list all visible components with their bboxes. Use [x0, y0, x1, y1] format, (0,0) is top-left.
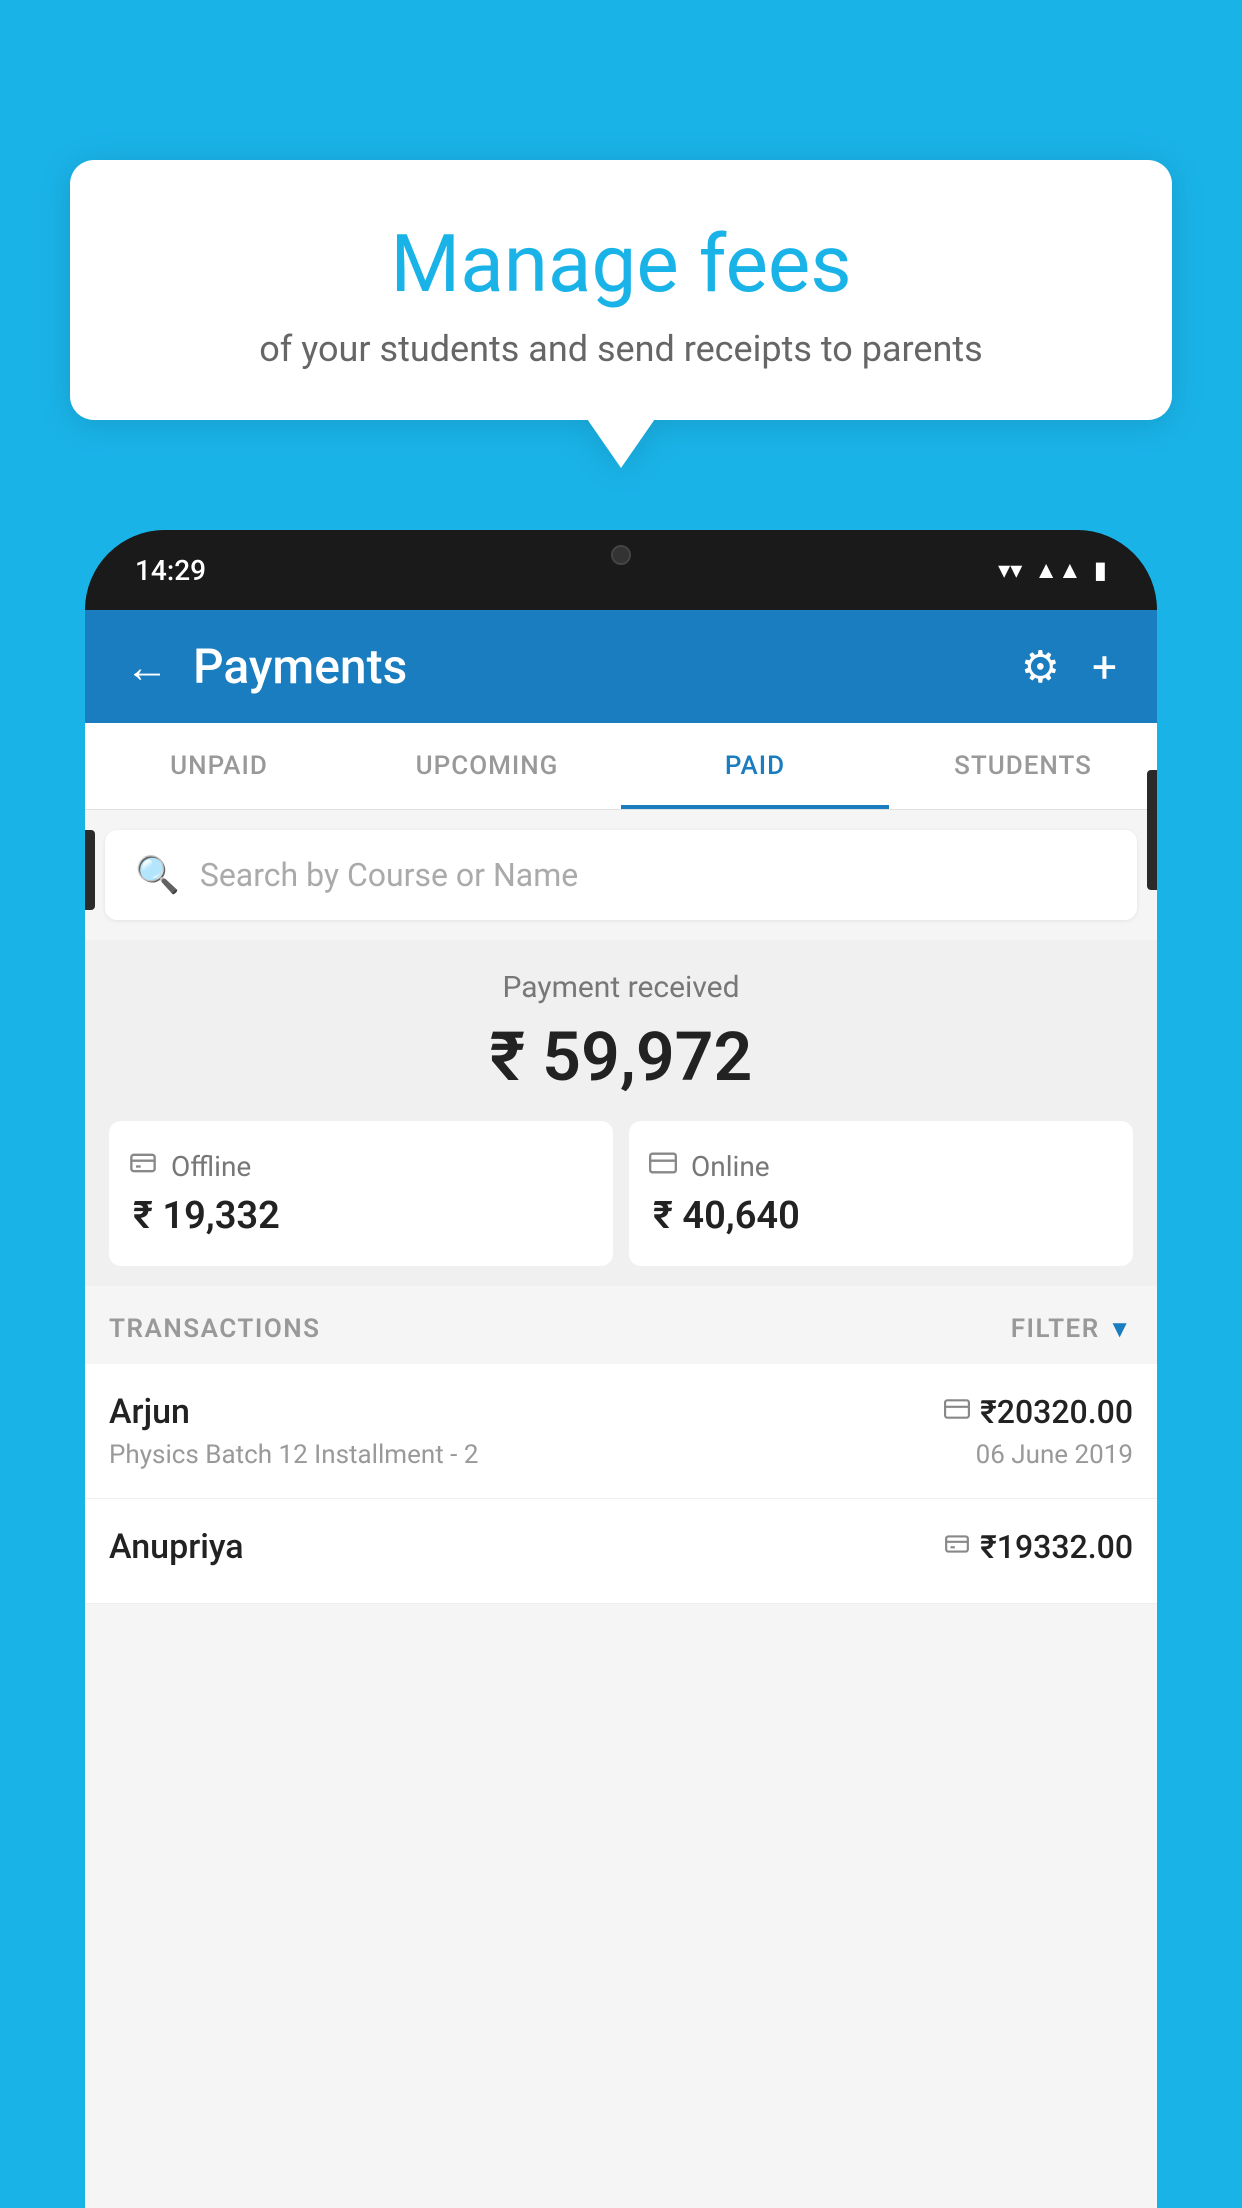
transaction-item[interactable]: Anupriya ₹19332.00 — [85, 1499, 1157, 1604]
tab-paid[interactable]: PAID — [621, 723, 889, 809]
status-bar: 14:29 ▾▾ ▲▲ ▮ — [85, 530, 1157, 610]
search-bar[interactable]: 🔍 Search by Course or Name — [105, 830, 1137, 920]
phone-time: 14:29 — [135, 554, 206, 587]
tab-bar: UNPAID UPCOMING PAID STUDENTS — [85, 723, 1157, 810]
speech-bubble-title: Manage fees — [110, 220, 1132, 308]
phone-frame: 14:29 ▾▾ ▲▲ ▮ ← Payments ⚙ + UNPAID UPCO… — [85, 530, 1157, 2208]
tab-upcoming[interactable]: UPCOMING — [353, 723, 621, 809]
payment-cards: Offline ₹ 19,332 Online — [109, 1121, 1133, 1266]
header-right: ⚙ + — [1021, 641, 1117, 693]
settings-icon[interactable]: ⚙ — [1021, 641, 1060, 693]
header-left: ← Payments — [125, 638, 407, 695]
tab-unpaid[interactable]: UNPAID — [85, 723, 353, 809]
online-payment-card: Online ₹ 40,640 — [629, 1121, 1133, 1266]
front-camera — [611, 545, 631, 565]
transaction-detail: Physics Batch 12 Installment - 2 — [109, 1440, 478, 1470]
offline-icon — [129, 1149, 157, 1184]
app-header: ← Payments ⚙ + — [85, 610, 1157, 723]
transaction-amount: ₹19332.00 — [980, 1528, 1133, 1566]
page-title: Payments — [193, 638, 407, 695]
speech-bubble-subtitle: of your students and send receipts to pa… — [110, 328, 1132, 370]
tab-students[interactable]: STUDENTS — [889, 723, 1157, 809]
online-icon — [649, 1149, 677, 1184]
transactions-label: TRANSACTIONS — [109, 1314, 321, 1344]
filter-button[interactable]: FILTER ▼ — [1011, 1314, 1133, 1344]
speech-bubble: Manage fees of your students and send re… — [70, 160, 1172, 420]
battery-icon: ▮ — [1094, 556, 1107, 584]
add-icon[interactable]: + — [1092, 641, 1117, 693]
online-amount: ₹ 40,640 — [649, 1194, 1113, 1238]
transaction-amount-wrap: ₹20320.00 — [944, 1393, 1133, 1431]
online-label: Online — [691, 1150, 770, 1183]
search-placeholder-text: Search by Course or Name — [200, 856, 578, 894]
transaction-date: 06 June 2019 — [976, 1440, 1133, 1470]
back-button[interactable]: ← — [125, 641, 169, 693]
phone-notch — [561, 530, 681, 580]
offline-amount: ₹ 19,332 — [129, 1194, 593, 1238]
payment-total-amount: ₹ 59,972 — [105, 1017, 1137, 1097]
transaction-name: Arjun — [109, 1392, 190, 1432]
transaction-name: Anupriya — [109, 1527, 244, 1567]
search-icon: 🔍 — [135, 854, 180, 896]
signal-icon: ▲▲ — [1034, 556, 1082, 585]
payment-summary: Payment received ₹ 59,972 Offline — [85, 940, 1157, 1286]
card-payment-icon — [944, 1396, 970, 1429]
transaction-item[interactable]: Arjun ₹20320.00 Physics Batch 12 Install… — [85, 1364, 1157, 1499]
transaction-amount-wrap: ₹19332.00 — [944, 1528, 1133, 1566]
filter-icon: ▼ — [1108, 1315, 1133, 1344]
app-screen: ← Payments ⚙ + UNPAID UPCOMING PAID STUD… — [85, 610, 1157, 2208]
payment-received-label: Payment received — [105, 970, 1137, 1005]
cash-payment-icon — [944, 1531, 970, 1564]
volume-button-left — [85, 830, 95, 910]
offline-payment-card: Offline ₹ 19,332 — [109, 1121, 613, 1266]
transaction-amount: ₹20320.00 — [980, 1393, 1133, 1431]
offline-label: Offline — [171, 1150, 251, 1183]
status-icons: ▾▾ ▲▲ ▮ — [998, 556, 1107, 585]
wifi-icon: ▾▾ — [998, 556, 1022, 584]
transactions-header: TRANSACTIONS FILTER ▼ — [85, 1286, 1157, 1364]
